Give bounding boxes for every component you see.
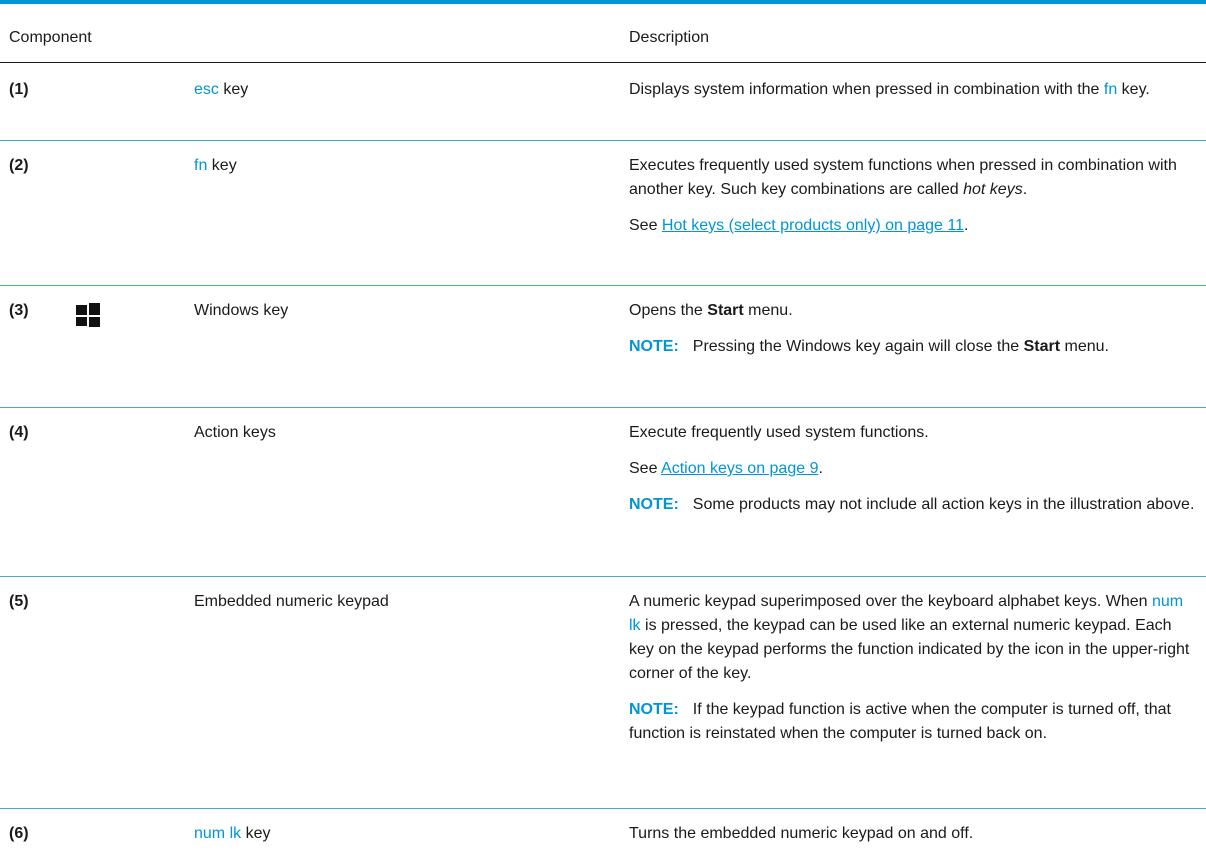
component-name: Windows key xyxy=(194,302,289,319)
description-text: key. xyxy=(1117,81,1150,98)
description-text: A numeric keypad superimposed over the k… xyxy=(629,593,1152,610)
key-suffix: key xyxy=(207,157,237,174)
row-divider xyxy=(0,808,1206,809)
component-description: Execute frequently used system functions… xyxy=(629,421,1199,517)
note-text: If the keypad function is active when th… xyxy=(629,701,1171,742)
component-name: Embedded numeric keypad xyxy=(194,593,389,610)
component-description: Executes frequently used system function… xyxy=(629,154,1199,238)
component-name: num lk key xyxy=(194,822,270,846)
component-name: Action keys xyxy=(194,424,276,441)
header-component: Component xyxy=(9,29,92,46)
hot-keys-link[interactable]: Hot keys (select products only) on page … xyxy=(662,217,964,234)
key-name: fn xyxy=(1103,81,1118,98)
header-description: Description xyxy=(629,29,710,46)
description-text: Executes frequently used system function… xyxy=(629,157,1177,198)
row-number: (5) xyxy=(9,593,29,610)
description-paragraph: Executes frequently used system function… xyxy=(629,154,1199,202)
description-text: See xyxy=(629,460,662,477)
description-paragraph: See Hot keys (select products only) on p… xyxy=(629,214,1199,238)
description-text: . xyxy=(964,217,969,234)
description-paragraph: A numeric keypad superimposed over the k… xyxy=(629,590,1199,686)
key-suffix: key xyxy=(218,81,249,98)
key-name: esc xyxy=(194,81,219,98)
description-text: is pressed, the keypad can be used like … xyxy=(629,617,1190,682)
description-paragraph: See Action keys on page 9. xyxy=(629,457,1199,481)
row-number: (2) xyxy=(9,157,29,174)
component-name: esc key xyxy=(194,78,248,102)
action-keys-link[interactable]: Action keys on page 9 xyxy=(661,460,818,477)
component-description: A numeric keypad superimposed over the k… xyxy=(629,590,1199,746)
component-description: Displays system information when pressed… xyxy=(629,78,1199,102)
table-top-rule xyxy=(0,0,1206,4)
row-number: (1) xyxy=(9,81,29,98)
row-divider xyxy=(0,62,1206,63)
note-text: Pressing the Windows key again will clos… xyxy=(692,338,1024,355)
key-name: num lk xyxy=(194,825,242,842)
note-label: NOTE: xyxy=(629,496,679,513)
description-text: . xyxy=(818,460,823,477)
windows-logo-icon xyxy=(76,303,100,327)
description-paragraph: Opens the Start menu. xyxy=(629,299,1199,323)
key-name: fn xyxy=(194,157,208,174)
note-text: Some products may not include all action… xyxy=(692,496,1195,513)
description-text: Displays system information when pressed… xyxy=(629,81,1104,98)
row-divider xyxy=(0,576,1206,577)
row-number: (6) xyxy=(9,825,29,842)
key-suffix: key xyxy=(241,825,271,842)
description-paragraph: Execute frequently used system functions… xyxy=(629,424,929,441)
description-text: . xyxy=(1022,181,1028,198)
description-paragraph: Displays system information when pressed… xyxy=(629,78,1199,102)
row-divider xyxy=(0,285,1206,286)
note-label: NOTE: xyxy=(629,701,679,718)
note-paragraph: NOTE: Pressing the Windows key again will… xyxy=(629,335,1199,359)
row-divider xyxy=(0,140,1206,141)
component-name: fn key xyxy=(194,154,237,178)
note-text: menu. xyxy=(1060,338,1109,355)
emphasis-text: hot keys xyxy=(963,181,1023,198)
strong-text: Start xyxy=(707,302,744,319)
row-number: (4) xyxy=(9,424,29,441)
note-paragraph: NOTE: Some products may not include all a… xyxy=(629,493,1199,517)
row-divider xyxy=(0,407,1206,408)
component-description: Turns the embedded numeric keypad on and… xyxy=(629,825,974,842)
component-description: Opens the Start menu. NOTE: Pressing the … xyxy=(629,299,1199,359)
note-paragraph: NOTE: If the keypad function is active wh… xyxy=(629,698,1199,746)
strong-text: Start xyxy=(1023,338,1061,355)
description-text: Opens the xyxy=(629,302,708,319)
note-label: NOTE: xyxy=(629,338,679,355)
row-number: (3) xyxy=(9,302,29,319)
description-text: menu. xyxy=(743,302,793,319)
description-text: See xyxy=(629,217,662,234)
